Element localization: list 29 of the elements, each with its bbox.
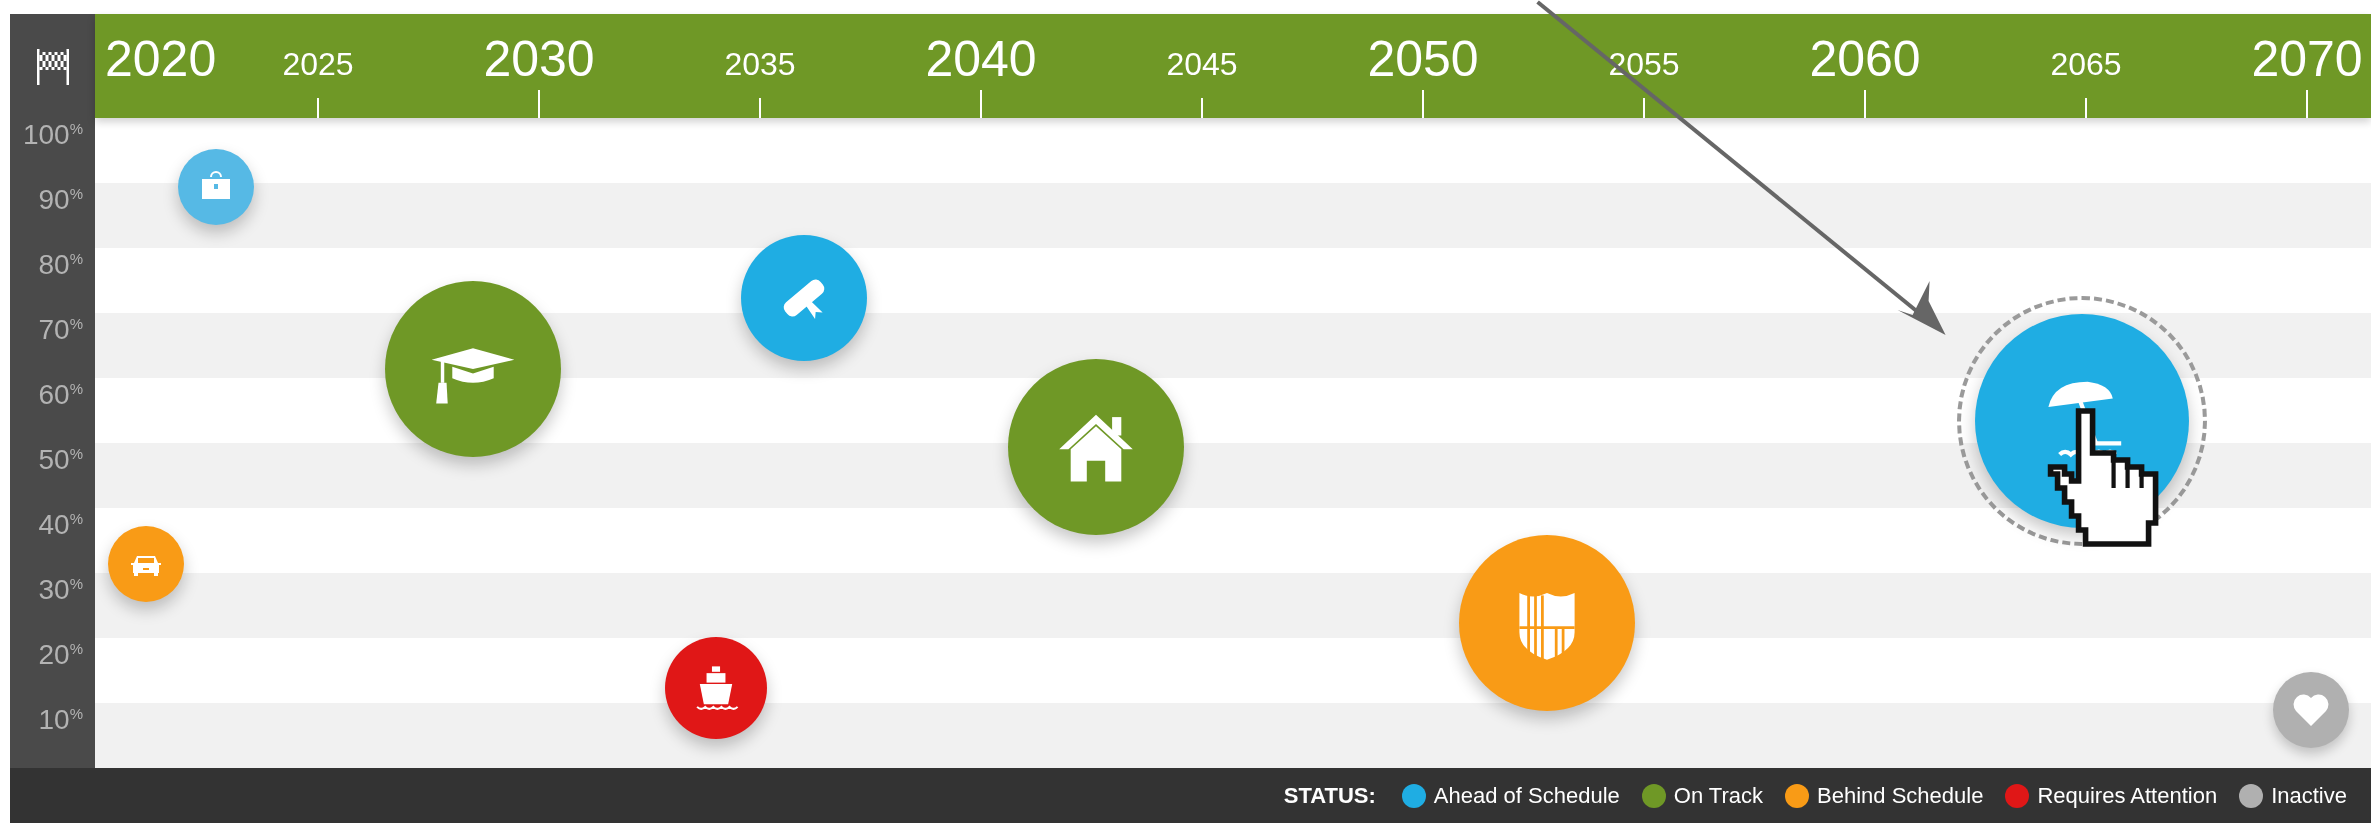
percent-label: 100$^{%}$ [22,120,83,150]
heart-icon [2291,692,2331,728]
year-label: 2070 [2251,34,2363,84]
percent-label: 60$^{%}$ [38,380,83,410]
checkered-flag-icon [34,46,71,86]
percent-label: 50$^{%}$ [38,445,83,475]
year-label: 2065 [2050,48,2122,80]
legend-label: Requires Attention [2037,782,2218,809]
year-label: 2060 [1809,34,1921,84]
year-label: 2040 [925,34,1037,84]
year-label: 2045 [1166,48,1238,80]
percent-label: 40$^{%}$ [38,510,83,540]
legend-label: Inactive [2271,782,2347,809]
year-label: 2050 [1367,34,1479,84]
year-label: 2055 [1608,48,1680,80]
year-label: 2020 [105,34,217,84]
status-title: STATUS: [1283,782,1376,809]
percent-label: 30$^{%}$ [38,575,83,605]
legend-label: Ahead of Schedule [1433,782,1620,809]
year-label: 2025 [282,48,354,80]
percent-label: 10$^{%}$ [38,705,83,735]
percent-label: 20$^{%}$ [38,640,83,670]
percent-label: 90$^{%}$ [38,185,83,215]
year-label: 2030 [483,34,595,84]
legend-label: On Track [1673,782,1764,809]
legend-label: Behind Schedule [1817,782,1984,809]
percent-label: 70$^{%}$ [38,315,83,345]
percent-label: 80$^{%}$ [38,250,83,280]
year-label: 2035 [724,48,796,80]
